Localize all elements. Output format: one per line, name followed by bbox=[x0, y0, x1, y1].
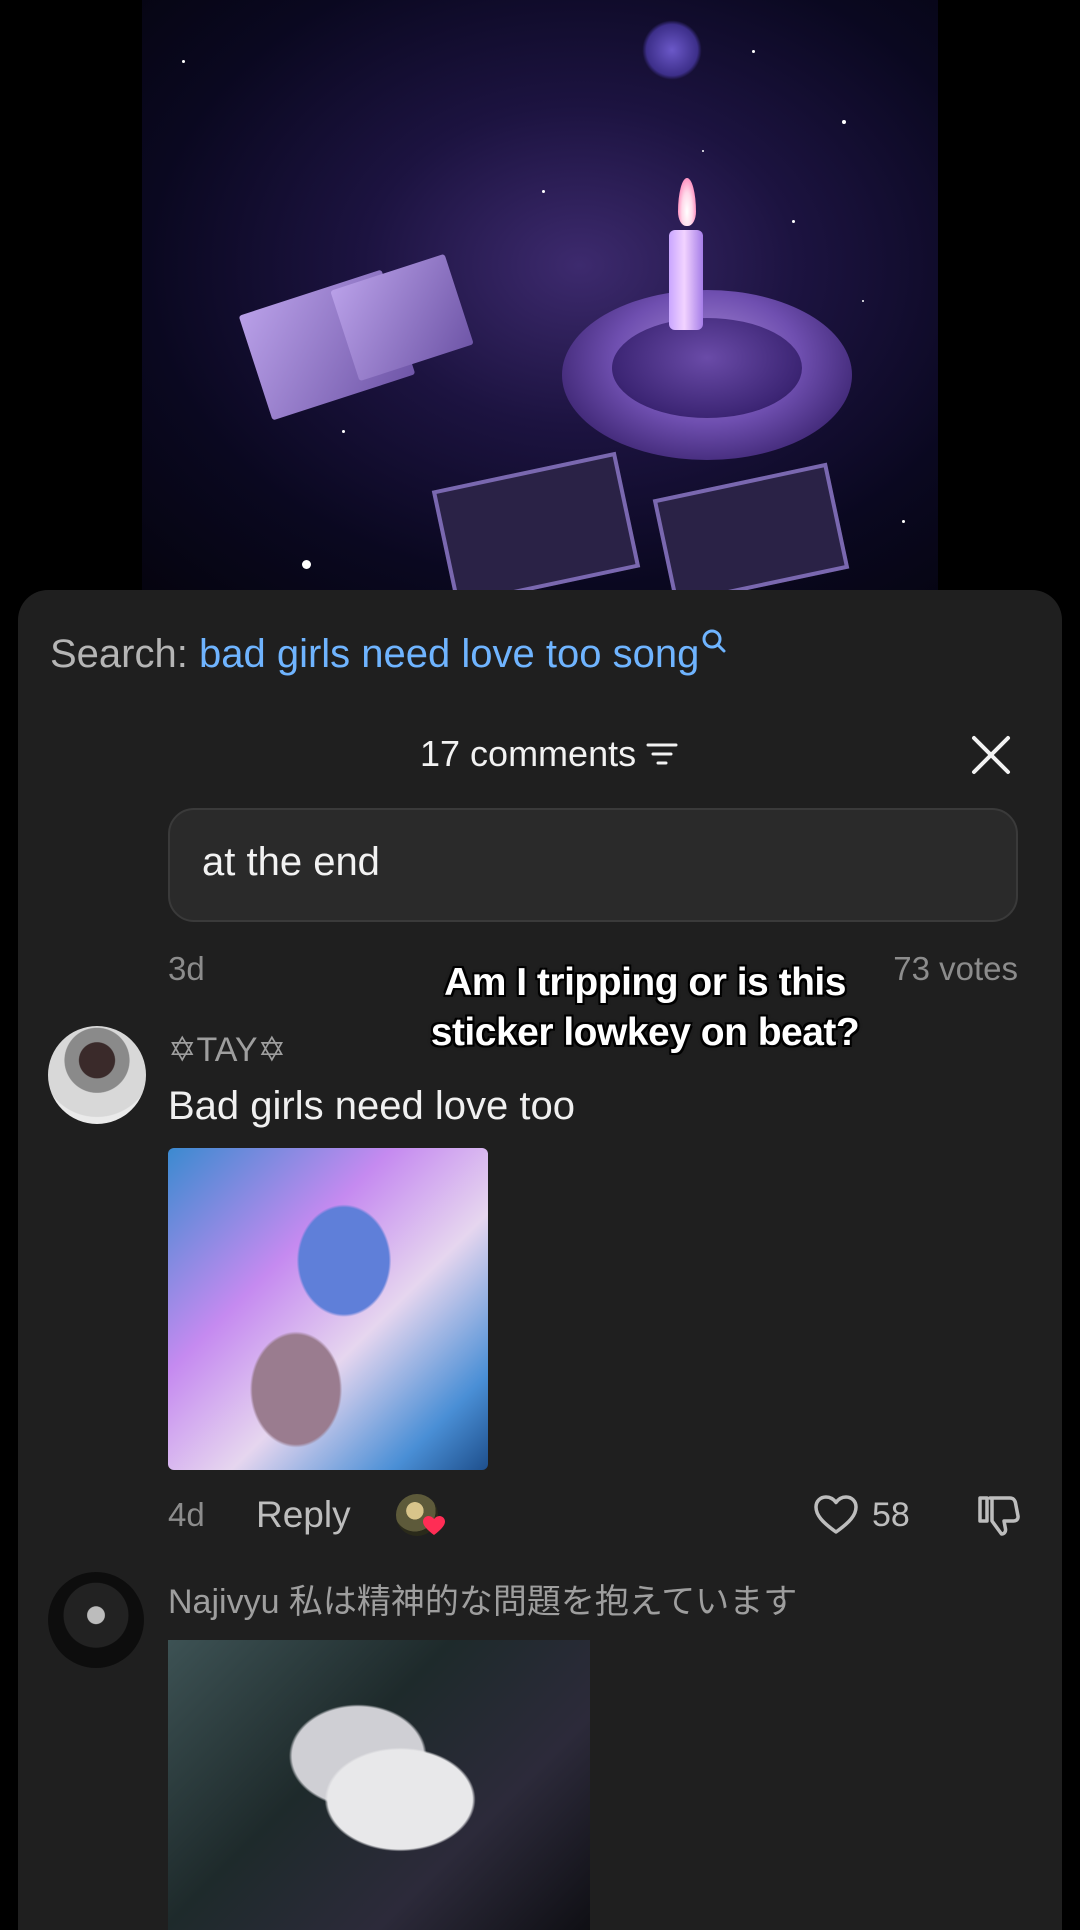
pinned-comment-age: 3d bbox=[168, 950, 205, 987]
close-icon[interactable] bbox=[968, 732, 1014, 778]
comment-username[interactable]: ✡TAY✡ bbox=[168, 1030, 286, 1070]
comment-attachment-image[interactable] bbox=[168, 1148, 488, 1470]
comments-count-header[interactable]: 17 comments bbox=[420, 733, 678, 775]
sort-filter-icon[interactable] bbox=[646, 740, 678, 768]
video-sticker-caption: Am I tripping or is this sticker lowkey … bbox=[430, 961, 860, 1054]
avatar[interactable] bbox=[48, 1026, 146, 1124]
avatar[interactable] bbox=[48, 1572, 144, 1668]
comments-count: 17 comments bbox=[420, 733, 637, 774]
video-background bbox=[0, 0, 1080, 600]
pinned-comment-votes: 73 votes bbox=[893, 950, 1018, 987]
comment-text: Bad girls need love too bbox=[168, 1084, 575, 1128]
comment-actions-row: 4d Reply 58 bbox=[168, 1492, 1024, 1542]
candle bbox=[669, 230, 703, 330]
search-prefix: Search: bbox=[50, 632, 199, 676]
candle-flame bbox=[678, 178, 696, 226]
reply-button[interactable]: Reply bbox=[256, 1494, 351, 1536]
like-heart-icon[interactable] bbox=[812, 1492, 860, 1538]
creator-liked-heart-icon bbox=[423, 1516, 445, 1535]
comment-attachment-image[interactable] bbox=[168, 1640, 590, 1930]
pinned-comment-card[interactable]: at the end bbox=[168, 808, 1018, 922]
dislike-icon[interactable] bbox=[974, 1492, 1022, 1538]
search-suggestion[interactable]: Search: bad girls need love too song bbox=[50, 628, 727, 680]
search-term-link[interactable]: bad girls need love too song bbox=[199, 632, 699, 676]
search-icon[interactable] bbox=[701, 628, 727, 662]
video-frame[interactable] bbox=[142, 0, 938, 590]
comment-username[interactable]: Najivyu 私は精神的な問題を抱えています bbox=[168, 1574, 797, 1623]
comment-age: 4d bbox=[168, 1496, 205, 1533]
pinned-comment-text: at the end bbox=[202, 840, 380, 884]
like-count: 58 bbox=[872, 1496, 910, 1534]
